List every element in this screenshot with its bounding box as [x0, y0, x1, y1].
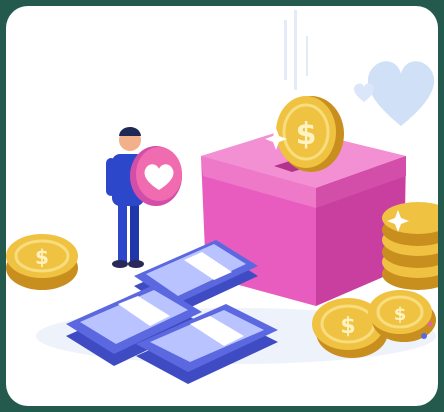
heart-icon [367, 61, 435, 126]
screenshot-frame: $ $ $ $ [0, 0, 444, 412]
coin-stack [382, 202, 438, 290]
dollar-icon: $ [394, 304, 407, 325]
illustration-card: $ $ $ $ [6, 6, 438, 406]
heart-icon [130, 146, 182, 206]
dollar-icon: $ [296, 117, 317, 152]
decorative-lines [284, 10, 308, 90]
heart-icon [354, 83, 374, 102]
decorative-dot [428, 322, 432, 326]
dollar-icon: $ [35, 245, 49, 269]
coin-icon: $ [6, 234, 78, 290]
decorative-dot [421, 333, 427, 339]
dollar-icon: $ [340, 314, 355, 339]
donation-illustration: $ $ $ $ [6, 10, 438, 384]
